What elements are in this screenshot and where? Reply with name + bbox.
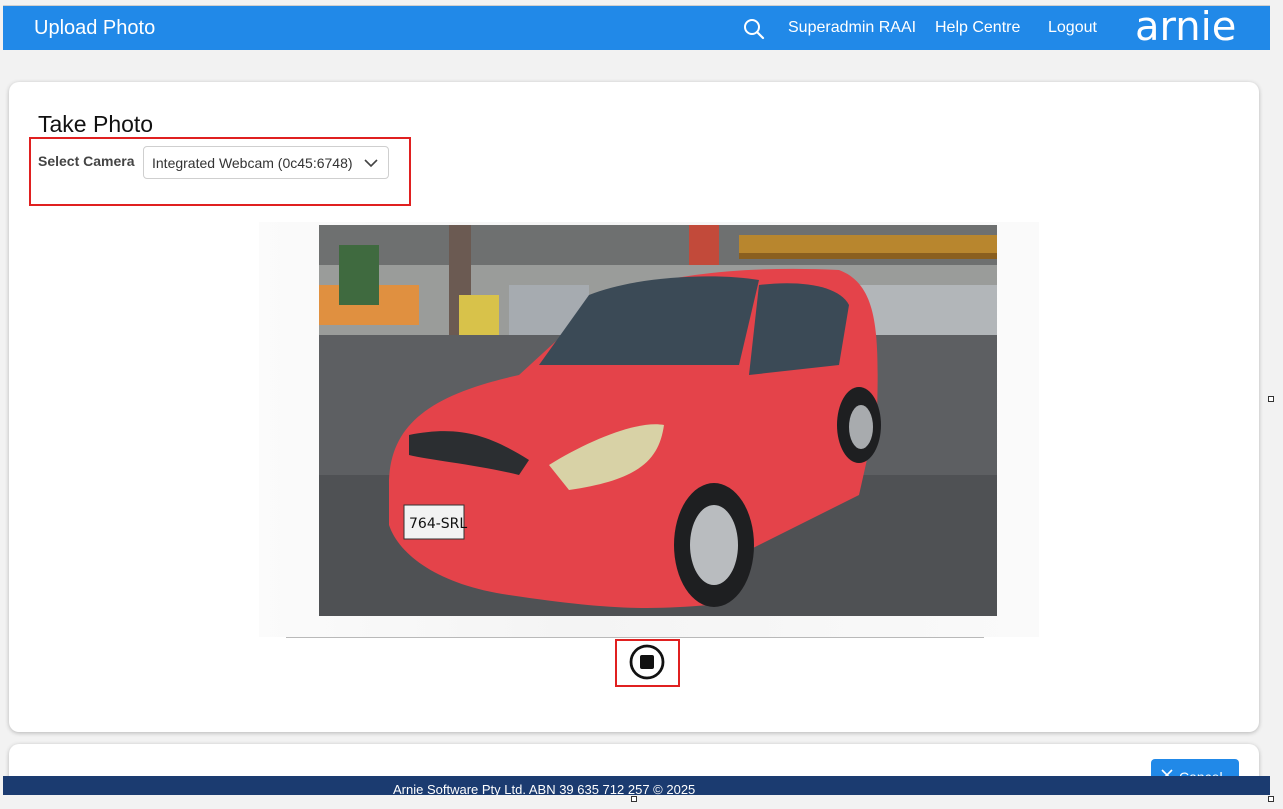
app-window: Upload Photo Superadmin RAAI Help Centre… [3,5,1270,795]
section-title: Take Photo [38,111,154,137]
resize-handle-right[interactable] [1268,396,1274,402]
camera-select-value: Integrated Webcam (0c45:6748) [152,155,353,171]
svg-text:arnie: arnie [1135,10,1236,46]
search-icon[interactable] [743,18,765,40]
nav-user[interactable]: Superadmin RAAI [788,19,916,37]
camera-preview-image: 764-SRL [319,225,997,616]
footer-text: Arnie Software Pty Ltd. ABN 39 635 712 2… [393,782,696,795]
nav-help-centre[interactable]: Help Centre [935,19,1020,37]
preview-divider [286,637,984,638]
resize-handle-bottom[interactable] [631,796,637,802]
svg-text:764-SRL: 764-SRL [409,516,467,532]
resize-handle-corner[interactable] [1268,796,1274,802]
select-camera-label: Select Camera [38,153,135,169]
nav-logout[interactable]: Logout [1048,19,1097,37]
top-bar: Upload Photo Superadmin RAAI Help Centre… [3,6,1270,50]
page-title: Upload Photo [34,17,156,39]
footer: Arnie Software Pty Ltd. ABN 39 635 712 2… [3,776,1270,795]
chevron-down-icon [364,159,378,168]
camera-select[interactable]: Integrated Webcam (0c45:6748) [143,146,389,179]
arnie-logo[interactable]: arnie [1133,10,1263,46]
take-photo-card: Take Photo Select Camera Integrated Webc… [9,82,1259,732]
stop-circle-icon[interactable] [629,644,665,680]
